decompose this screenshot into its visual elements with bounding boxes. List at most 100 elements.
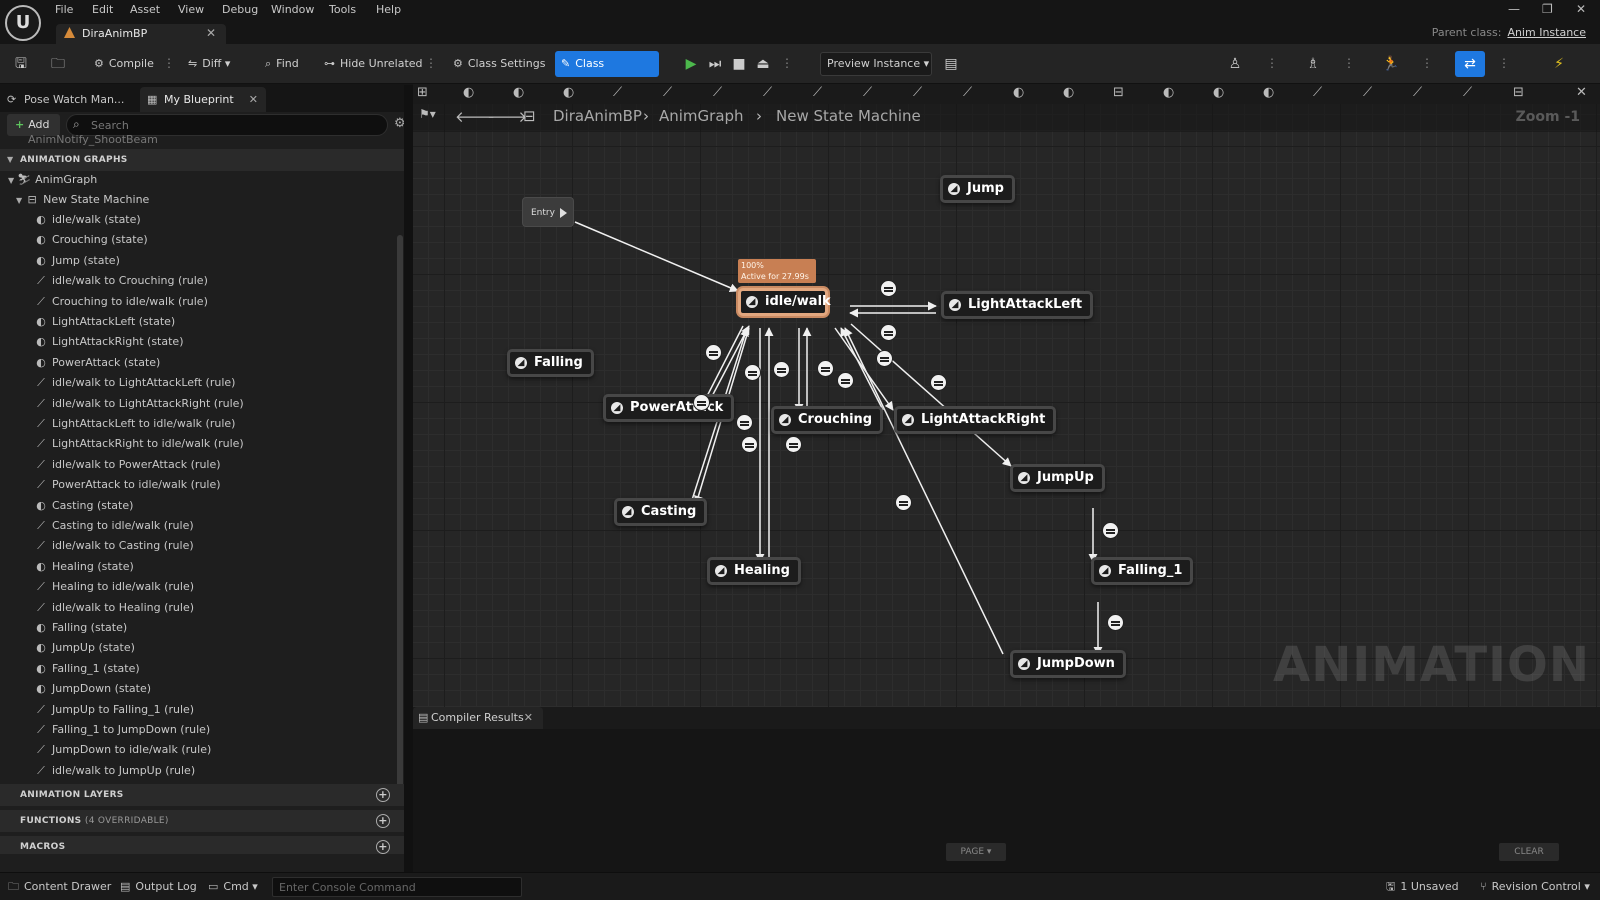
blueprint-mode-icon[interactable]: ⇄ — [1455, 51, 1485, 77]
section-macros[interactable]: MACROS + — [0, 836, 404, 854]
state-node-power-attack[interactable]: ◢ PowerAttack — [603, 394, 735, 422]
tree-item-rule[interactable]: ⟋ idle/walk to Crouching (rule) — [34, 271, 208, 291]
close-icon[interactable]: ✕ — [206, 26, 216, 40]
tree-anim-graph[interactable]: ▼ ⛷ AnimGraph — [8, 170, 97, 190]
state-node-falling-1[interactable]: ◢ Falling_1 — [1091, 557, 1194, 585]
transition-rule-icon[interactable] — [736, 414, 753, 431]
tree-item-rule[interactable]: ⟋ idle/walk to PowerAttack (rule) — [34, 455, 220, 475]
parent-class-link[interactable]: Anim Instance — [1507, 26, 1586, 39]
minimize-icon[interactable]: — — [1508, 2, 1520, 16]
revision-control-button[interactable]: ⑂ Revision Control ▾ — [1480, 878, 1590, 896]
state-node-jump-up[interactable]: ◢ JumpUp — [1010, 464, 1105, 492]
transition-rule-icon[interactable] — [876, 350, 893, 367]
console-command-field[interactable] — [272, 877, 522, 897]
more-options-icon[interactable]: ⋮ — [425, 56, 437, 70]
close-icon[interactable]: ✕ — [249, 87, 258, 112]
find-button[interactable]: ⌕ Find — [259, 51, 305, 77]
tree-item-rule[interactable]: ⟋ idle/walk to LightAttackRight (rule) — [34, 394, 244, 414]
tree-item-rule[interactable]: ⟋ LightAttackLeft to idle/walk (rule) — [34, 414, 235, 434]
search-input[interactable] — [91, 115, 371, 135]
animation-options-icon[interactable]: ⋮ — [1421, 56, 1433, 70]
mesh-icon[interactable]: ♗ — [1300, 51, 1326, 77]
section-animation-layers[interactable]: ANIMATION LAYERS + — [0, 784, 404, 806]
section-functions[interactable]: FUNCTIONS (4 OVERRIDABLE) + — [0, 810, 404, 832]
stop-icon[interactable]: ■ — [726, 51, 752, 77]
tree-item-rule[interactable]: ⟋ idle/walk to LightAttackLeft (rule) — [34, 373, 235, 393]
state-node-casting[interactable]: ◢ Casting — [614, 498, 708, 526]
asset-tab[interactable]: DiraAnimBP ✕ — [56, 24, 226, 44]
debug-filter-icon[interactable]: ▤ — [938, 51, 964, 77]
transition-rule-icon[interactable] — [895, 494, 912, 511]
window-close-icon[interactable]: ✕ — [1576, 2, 1586, 16]
clear-button[interactable]: CLEAR — [1499, 843, 1559, 861]
transition-rule-icon[interactable] — [837, 372, 854, 389]
mesh-options-icon[interactable]: ⋮ — [1343, 56, 1355, 70]
tree-item-state[interactable]: ◐ LightAttackLeft (state) — [34, 312, 175, 332]
skeleton-options-icon[interactable]: ⋮ — [1266, 56, 1278, 70]
state-node-healing[interactable]: ◢ Healing — [707, 557, 801, 585]
tree-state-machine[interactable]: ▼ ⊟ New State Machine — [16, 190, 149, 210]
menu-file[interactable]: File — [55, 3, 73, 16]
menu-asset[interactable]: Asset — [130, 3, 160, 16]
menu-debug[interactable]: Debug — [222, 3, 258, 16]
browse-icon[interactable]: 🗀 — [45, 51, 71, 77]
transition-rule-icon[interactable] — [693, 394, 710, 411]
state-node-idle-walk[interactable]: ◢ idle/walk — [738, 288, 831, 316]
transition-rule-icon[interactable] — [880, 324, 897, 341]
unsaved-button[interactable]: 🖫 1 Unsaved — [1386, 878, 1459, 896]
hide-unrelated-button[interactable]: ⊶ Hide Unrelated — [318, 51, 429, 77]
tree-item-rule[interactable]: ⟋ PowerAttack to idle/walk (rule) — [34, 475, 220, 495]
tree-item-state[interactable]: ◐ Crouching (state) — [34, 230, 147, 250]
diff-button[interactable]: ⇋ Diff ▾ — [182, 51, 236, 77]
tree-item-rule[interactable]: ⟋ Crouching to idle/walk (rule) — [34, 292, 208, 312]
tree-item-rule[interactable]: ⟋ Casting to idle/walk (rule) — [34, 516, 194, 536]
state-machine-graph[interactable]: ⊞ ◐ ◐ ◐ ⟋ ⟋ ⟋ ⟋ ⟋ ⟋ ⟋ ⟋ ◐ ◐ ⊟ ◐ ◐ ◐ ⟋ ⟋ … — [413, 84, 1600, 707]
tree-item-state[interactable]: ◐ Falling_1 (state) — [34, 659, 139, 679]
play-icon[interactable]: ▶ — [678, 51, 704, 77]
save-icon[interactable]: 🖫 — [8, 51, 34, 77]
tree-item-state[interactable]: ◐ LightAttackRight (state) — [34, 332, 183, 352]
add-macro-icon[interactable]: + — [376, 840, 390, 854]
transition-rule-icon[interactable] — [880, 280, 897, 297]
tree-item-rule[interactable]: ⟋ idle/walk to Casting (rule) — [34, 536, 194, 556]
blueprint-options-icon[interactable]: ⋮ — [1498, 56, 1510, 70]
tree-item-rule[interactable]: ⟋ idle/walk to JumpUp (rule) — [34, 761, 195, 781]
content-drawer-button[interactable]: 🗀 Content Drawer — [8, 878, 111, 896]
tab-compiler-results[interactable]: ▤ Compiler Results ✕ — [413, 707, 543, 729]
compile-options-icon[interactable]: ⋮ — [163, 56, 175, 70]
skeleton-icon[interactable]: ♙ — [1222, 51, 1248, 77]
add-function-icon[interactable]: + — [376, 814, 390, 828]
menu-edit[interactable]: Edit — [92, 3, 113, 16]
tab-pose-watch[interactable]: ⟳ Pose Watch Man... — [0, 87, 140, 112]
tree-item-state[interactable]: ◐ Healing (state) — [34, 557, 134, 577]
cmd-dropdown[interactable]: ▭ Cmd ▾ — [208, 878, 258, 896]
class-settings-button[interactable]: ⚙ Class Settings — [447, 51, 551, 77]
add-layer-icon[interactable]: + — [376, 788, 390, 802]
close-icon[interactable]: ✕ — [524, 707, 533, 729]
list-item-anim-notify[interactable]: AnimNotify_ShootBeam — [28, 133, 158, 146]
animation-icon[interactable]: 🏃 — [1378, 51, 1404, 77]
menu-view[interactable]: View — [178, 3, 204, 16]
class-defaults-button[interactable]: ✎Class Defaults — [555, 51, 659, 96]
tree-item-rule[interactable]: ⟋ JumpUp to Falling_1 (rule) — [34, 700, 194, 720]
tree-item-rule[interactable]: ⟋ JumpDown to idle/walk (rule) — [34, 740, 211, 760]
state-node-light-attack-right[interactable]: ◢ LightAttackRight — [894, 406, 1057, 434]
preview-instance-dropdown[interactable]: Preview Instance ▾ — [820, 52, 932, 76]
panel-divider[interactable] — [404, 85, 413, 872]
tree-item-rule[interactable]: ⟋ Falling_1 to JumpDown (rule) — [34, 720, 210, 740]
menu-help[interactable]: Help — [376, 3, 401, 16]
section-animation-graphs[interactable]: ▼ ANIMATION GRAPHS — [0, 149, 404, 171]
compile-button[interactable]: ⚙ Compile — [88, 51, 160, 77]
step-icon[interactable]: ⏭ — [702, 51, 728, 77]
play-options-icon[interactable]: ⋮ — [781, 56, 793, 70]
transition-rule-icon[interactable] — [1107, 614, 1124, 631]
tree-item-rule[interactable]: ⟋ idle/walk to Healing (rule) — [34, 598, 194, 618]
transition-rule-icon[interactable] — [773, 361, 790, 378]
state-node-crouching[interactable]: ◢ Crouching — [771, 406, 884, 434]
transition-rule-icon[interactable] — [817, 360, 834, 377]
menu-tools[interactable]: Tools — [329, 3, 356, 16]
entry-node[interactable]: Entry — [522, 197, 574, 227]
transition-rule-icon[interactable] — [1102, 522, 1119, 539]
physics-icon[interactable]: ⚡ — [1546, 51, 1572, 77]
menu-window[interactable]: Window — [271, 3, 314, 16]
